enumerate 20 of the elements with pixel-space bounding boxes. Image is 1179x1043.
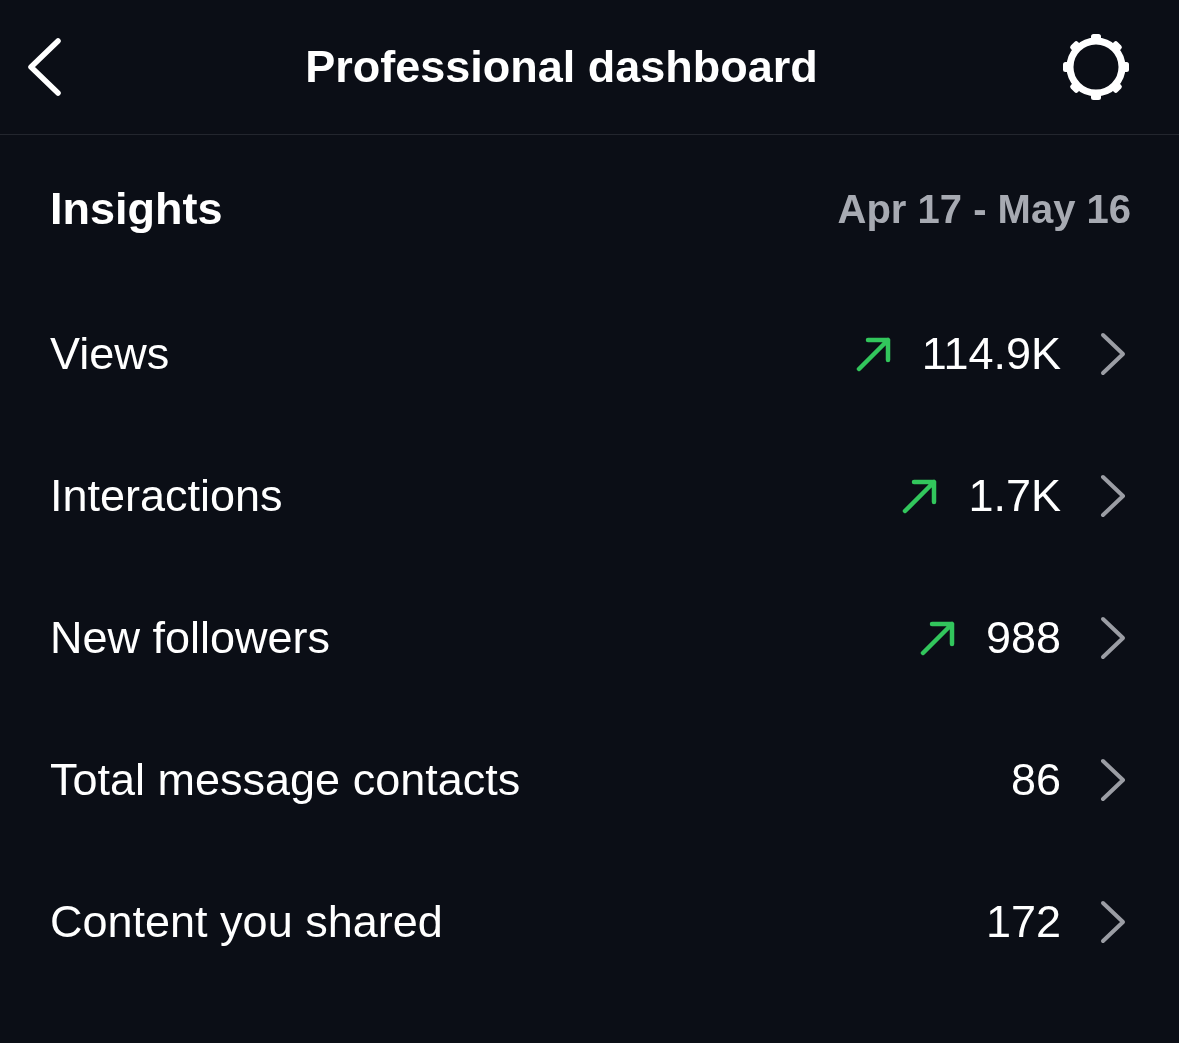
chevron-right-icon[interactable] xyxy=(1099,474,1127,518)
metric-value: 988 xyxy=(985,611,1061,666)
metric-label[interactable]: Total message contacts xyxy=(50,746,521,814)
date-range: Apr 17 - May 16 xyxy=(837,186,1131,233)
section-title: Insights xyxy=(50,182,223,237)
metric-value: 1.7K xyxy=(968,469,1061,524)
settings-icon[interactable] xyxy=(1061,32,1131,102)
metric-value: 114.9K xyxy=(921,327,1061,382)
metric-value: 172 xyxy=(985,895,1061,950)
chevron-right-icon[interactable] xyxy=(1099,616,1127,660)
chevron-right-icon[interactable] xyxy=(1099,900,1127,944)
metric-value: 86 xyxy=(1010,753,1061,808)
metric-label[interactable]: Views xyxy=(50,320,170,388)
back-icon[interactable] xyxy=(26,38,62,96)
chevron-right-icon[interactable] xyxy=(1099,758,1127,802)
chevron-right-icon[interactable] xyxy=(1099,332,1127,376)
metric-label[interactable]: Interactions xyxy=(50,462,283,530)
page-title: Professional dashboard xyxy=(305,40,818,95)
metric-label[interactable]: New followers xyxy=(50,604,331,672)
metric-label[interactable]: Content you shared xyxy=(50,888,443,956)
